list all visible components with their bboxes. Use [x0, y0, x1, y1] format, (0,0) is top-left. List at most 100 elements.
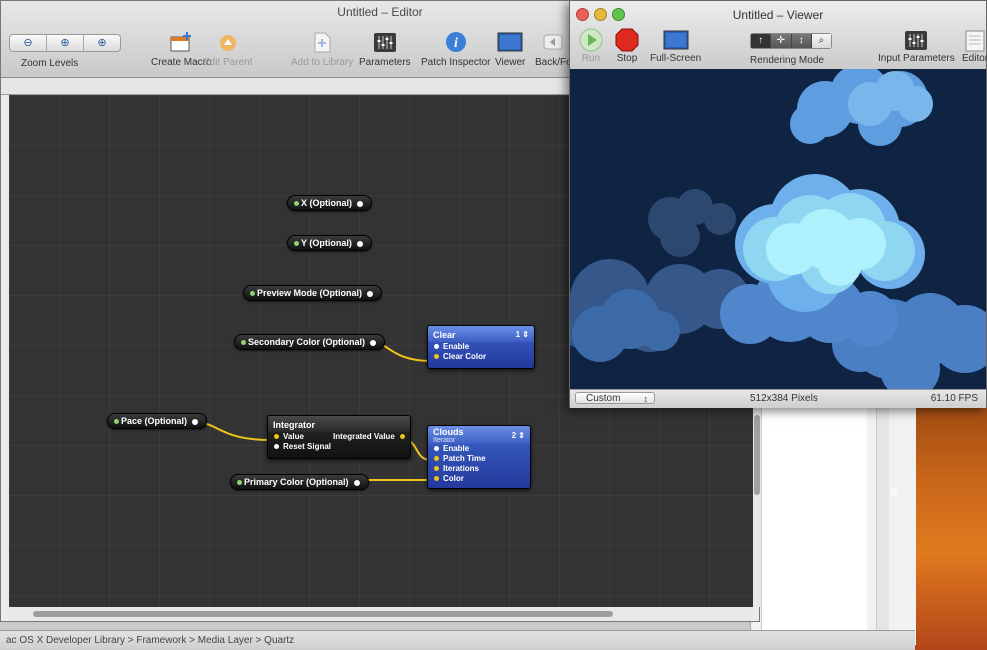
viewer-size-select[interactable]: Custom	[575, 392, 655, 405]
clouds-patch[interactable]: Clouds Iterator 2 ⇕ Enable Patch Time It…	[427, 425, 531, 489]
secondary-color-optional-patch[interactable]: Secondary Color (Optional)	[234, 334, 386, 350]
port-dot	[434, 456, 439, 462]
parameters-label: Parameters	[359, 57, 411, 68]
scroll-thumb[interactable]	[33, 611, 613, 617]
desktop-background	[915, 405, 987, 650]
clouds-color-port[interactable]: Color	[428, 474, 530, 484]
clear-enable-label: Enable	[443, 342, 470, 351]
zoom-reset-button[interactable]: ⊕	[47, 35, 84, 51]
add-to-library-button[interactable]: Add to Library	[291, 31, 353, 68]
viewer-icon	[497, 32, 523, 52]
add-to-library-icon	[314, 32, 331, 53]
integrator-patch-header: Integrator	[268, 416, 410, 432]
integrator-value-port[interactable]: Value Integrated Value	[268, 432, 410, 442]
editor-button[interactable]: Editor	[962, 27, 987, 64]
parameters-button[interactable]: Parameters	[359, 31, 411, 68]
zoom-levels-label: Zoom Levels	[21, 58, 79, 69]
scroll-thumb[interactable]	[754, 415, 760, 495]
patch-inspector-button[interactable]: i Patch Inspector	[421, 31, 490, 68]
rendering-mode-control: ↑ ✛ ↕ ⌕	[750, 33, 832, 49]
canvas-horizontal-scrollbar[interactable]	[9, 607, 753, 621]
primary-color-optional-patch[interactable]: Primary Color (Optional)	[230, 474, 369, 490]
clouds-patch-title: Clouds	[433, 427, 464, 437]
clouds-patch-count: 2 ⇕	[511, 431, 525, 440]
output-port[interactable]	[353, 479, 360, 486]
sliders-icon	[373, 33, 396, 52]
y-optional-label: Y (Optional)	[301, 238, 352, 248]
clouds-patch-count-value: 2	[511, 431, 517, 440]
render-viewport[interactable]	[570, 69, 986, 389]
output-port[interactable]	[367, 290, 374, 297]
integrator-value-label: Value	[283, 432, 304, 441]
primary-color-label: Primary Color (Optional)	[244, 477, 349, 487]
viewer-window: Untitled – Viewer Run Stop Full-Screen ↑…	[569, 0, 987, 408]
x-optional-label: X (Optional)	[301, 198, 352, 208]
port-dot	[434, 354, 439, 360]
pace-optional-patch[interactable]: Pace (Optional)	[107, 413, 208, 429]
viewer-status-bar: Custom 512x384 Pixels 61.10 FPS	[570, 389, 986, 408]
input-parameters-button[interactable]: Input Parameters	[878, 27, 955, 64]
background-path-bar: ac OS X Developer Library > Framework > …	[0, 630, 915, 650]
port-dot	[434, 476, 439, 482]
input-port	[237, 480, 242, 486]
rendering-mode-label: Rendering Mode	[750, 55, 824, 66]
play-icon	[579, 28, 603, 52]
integrated-value-output[interactable]: Integrated Value	[333, 432, 405, 442]
render-mode-scale-button[interactable]: ↕	[792, 34, 812, 48]
preview-mode-optional-patch[interactable]: Preview Mode (Optional)	[243, 285, 383, 301]
clear-enable-port[interactable]: Enable	[428, 342, 534, 352]
clear-patch[interactable]: Clear 1 ⇕ Enable Clear Color	[427, 325, 535, 369]
render-mode-zoom-button[interactable]: ⌕	[811, 34, 831, 48]
port-dot	[434, 466, 439, 472]
create-macro-icon	[170, 32, 192, 52]
clear-color-port[interactable]: Clear Color	[428, 352, 534, 362]
input-port	[241, 340, 246, 346]
port-dot	[274, 434, 279, 440]
background-text: e	[891, 485, 898, 499]
run-button[interactable]: Run	[578, 27, 604, 64]
clouds-iterations-port[interactable]: Iterations	[428, 464, 530, 474]
zoom-levels-control: ⊖ ⊕ ⊕	[9, 34, 121, 52]
sliders-icon	[905, 31, 928, 50]
clear-patch-count-value: 1	[515, 330, 521, 339]
integrator-patch[interactable]: Integrator Value Integrated Value Reset …	[267, 415, 411, 459]
stop-icon	[615, 28, 639, 52]
full-screen-button[interactable]: Full-Screen	[650, 27, 701, 64]
svg-text:i: i	[454, 36, 458, 51]
back-forward-button[interactable]: Back/Fo	[535, 31, 572, 68]
x-optional-patch[interactable]: X (Optional)	[287, 195, 372, 211]
editor-label: Editor	[962, 53, 987, 64]
clouds-render	[570, 69, 986, 389]
clouds-enable-port[interactable]: Enable	[428, 444, 530, 454]
zoom-out-button[interactable]: ⊖	[10, 35, 47, 51]
stop-button[interactable]: Stop	[614, 27, 640, 64]
back-forward-label: Back/Fo	[535, 57, 572, 68]
input-port	[114, 419, 119, 425]
fps-readout: 61.10 FPS	[930, 393, 978, 404]
output-port[interactable]	[357, 200, 363, 207]
output-port[interactable]	[370, 339, 377, 346]
clear-patch-title: Clear	[433, 330, 456, 340]
output-port[interactable]	[192, 418, 199, 425]
clear-color-label: Clear Color	[443, 352, 487, 361]
y-optional-patch[interactable]: Y (Optional)	[287, 235, 372, 251]
output-port[interactable]	[356, 240, 363, 247]
port-dot	[434, 344, 439, 350]
viewer-size-value: Custom	[586, 393, 621, 404]
clouds-color-label: Color	[443, 474, 464, 483]
info-icon: i	[445, 32, 466, 52]
viewer-button[interactable]: Viewer	[495, 31, 525, 68]
background-pane	[761, 405, 867, 645]
integrator-reset-port[interactable]: Reset Signal	[268, 442, 410, 452]
background-scrollbar[interactable]	[876, 405, 889, 645]
render-mode-move-button[interactable]: ✛	[771, 34, 792, 48]
render-mode-normal-button[interactable]: ↑	[751, 34, 772, 48]
patch-inspector-label: Patch Inspector	[421, 57, 491, 68]
clouds-patch-time-port[interactable]: Patch Time	[428, 454, 530, 464]
port-dot	[434, 446, 439, 452]
edit-parent-button[interactable]: Edit Parent	[203, 31, 252, 68]
full-screen-icon	[663, 30, 689, 50]
viewer-toolbar: Untitled – Viewer Run Stop Full-Screen ↑…	[570, 1, 987, 70]
editor-icon	[965, 30, 985, 52]
zoom-in-button[interactable]: ⊕	[84, 35, 120, 51]
